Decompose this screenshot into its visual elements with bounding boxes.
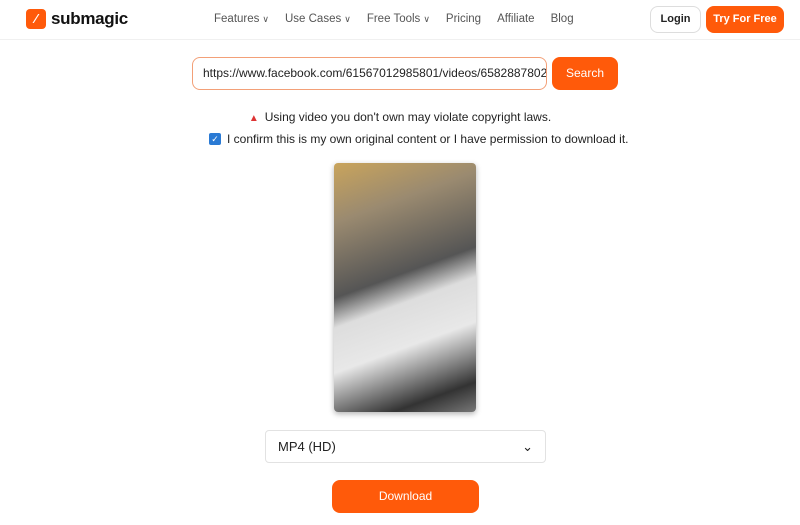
nav: Features ∨ Use Cases ∨ Free Tools ∨ Pricing… — [214, 13, 574, 25]
nav-features[interactable]: Features ∨ — [214, 13, 269, 25]
checkbox-checked[interactable]: ✓ — [209, 133, 221, 145]
search-button[interactable]: Search — [552, 57, 618, 90]
download-button[interactable]: Download — [332, 480, 479, 513]
confirm-checkbox-row[interactable]: ✓ I confirm this is my own original conte… — [209, 132, 629, 146]
format-select[interactable]: MP4 (HD) ⌄ — [265, 430, 546, 463]
header: ⁄ submagic Features ∨ Use Cases ∨ Free Tool… — [0, 0, 800, 40]
login-button[interactable]: Login — [650, 6, 701, 33]
nav-use-cases[interactable]: Use Cases ∨ — [285, 13, 351, 25]
warning-icon: ▲ — [248, 113, 259, 124]
chevron-down-icon: ⌄ — [522, 439, 533, 454]
chevron-down-icon: ∨ — [262, 14, 269, 24]
nav-free-tools[interactable]: Free Tools ∨ — [367, 13, 430, 25]
video-preview[interactable] — [334, 163, 476, 412]
chevron-down-icon: ∨ — [344, 14, 351, 24]
chevron-down-icon: ∨ — [423, 14, 430, 24]
logo-icon: ⁄ — [26, 9, 46, 29]
url-input[interactable]: https://www.facebook.com/61567012985801/… — [192, 57, 547, 90]
copyright-warning: ▲ Using video you don't own may violate c… — [248, 110, 552, 124]
nav-pricing[interactable]: Pricing — [446, 13, 481, 25]
logo[interactable]: ⁄ submagic — [26, 9, 128, 29]
try-for-free-button[interactable]: Try For Free — [706, 6, 784, 33]
nav-affiliate[interactable]: Affiliate — [497, 13, 535, 25]
nav-blog[interactable]: Blog — [551, 13, 574, 25]
